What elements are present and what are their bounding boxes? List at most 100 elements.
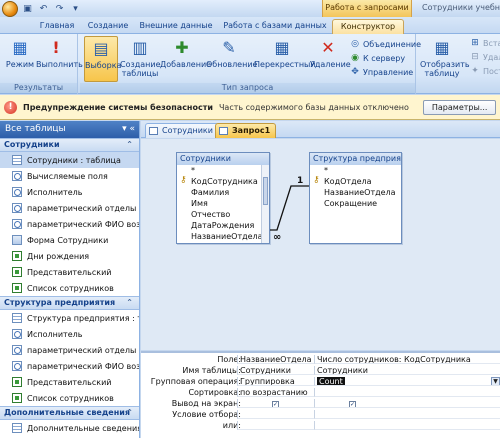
- nav-item[interactable]: Форма Сотрудники: [0, 232, 139, 248]
- chevron-up-icon[interactable]: ⌃: [126, 407, 133, 419]
- tab-create[interactable]: Создание: [84, 19, 132, 34]
- query-design-area[interactable]: Сотрудники * КодСотрудника Фамилия Имя О…: [141, 139, 500, 350]
- nav-item[interactable]: Дополнительные сведения :...: [0, 420, 139, 436]
- nav-group-label: Структура предприятия: [4, 298, 116, 307]
- pass-through-button[interactable]: ◉ К серверу: [350, 53, 405, 63]
- grid-cell[interactable]: Сотрудники: [237, 366, 314, 375]
- select-query-button[interactable]: ▤ Выборка: [84, 36, 121, 82]
- security-warning-message: Часть содержимого базы данных отключено: [218, 102, 409, 112]
- nav-group-header[interactable]: Дополнительные сведения ⌃: [0, 406, 139, 420]
- delete-rows-button[interactable]: ⊟ Удал: [470, 52, 500, 62]
- nav-item[interactable]: Исполнитель: [0, 184, 139, 200]
- tab-design[interactable]: Конструктор: [332, 19, 404, 34]
- nav-item[interactable]: параметрический отделы: [0, 200, 139, 216]
- grid-cell[interactable]: ✓: [237, 399, 314, 408]
- nav-group-header[interactable]: Сотрудники ⌃: [0, 138, 139, 152]
- doc-tab-query1[interactable]: Запрос1: [215, 123, 277, 138]
- office-button[interactable]: [2, 0, 18, 17]
- tab-home[interactable]: Главная: [32, 19, 82, 34]
- append-icon: ✚: [175, 37, 189, 57]
- report-icon: [12, 377, 22, 387]
- view-button[interactable]: ▦ Режим: [3, 36, 37, 69]
- nav-group-label: Сотрудники: [4, 140, 60, 149]
- builder-button[interactable]: ✦ Пост: [470, 66, 500, 76]
- chevron-up-icon[interactable]: ⌃: [126, 139, 133, 151]
- grid-cell[interactable]: [237, 421, 314, 430]
- grid-cell[interactable]: по возрастанию: [237, 388, 314, 397]
- grid-cell[interactable]: Сотрудники: [314, 366, 500, 375]
- union-query-button[interactable]: ◎ Объединение: [350, 39, 421, 49]
- grid-cell[interactable]: Группировка: [237, 377, 314, 386]
- redo-icon[interactable]: ↷: [53, 3, 66, 15]
- grid-cell[interactable]: [314, 421, 500, 430]
- grid-cell[interactable]: ✓: [314, 399, 500, 408]
- grid-cell[interactable]: [314, 388, 500, 397]
- append-query-button[interactable]: ✚ Добавление: [160, 36, 211, 69]
- tab-database-tools[interactable]: Работа с базами данных: [220, 19, 330, 34]
- nav-item[interactable]: Представительский: [0, 264, 139, 280]
- window-title: Сотрудники учебная : б: [422, 3, 500, 12]
- builder-icon: ✦: [471, 66, 479, 76]
- form-icon: [12, 235, 22, 245]
- nav-item[interactable]: Исполнитель: [0, 326, 139, 342]
- show-checkbox[interactable]: ✓: [349, 401, 356, 407]
- nav-item[interactable]: Представительский: [0, 374, 139, 390]
- security-warning-title: Предупреждение системы безопасности: [23, 102, 213, 112]
- grid-cell-value: НазваниеОтдела: [240, 355, 312, 364]
- nav-item[interactable]: Вычисляемые поля: [0, 168, 139, 184]
- grid-cell[interactable]: [314, 410, 500, 419]
- grid-cell[interactable]: [237, 410, 314, 419]
- undo-icon[interactable]: ↶: [37, 3, 50, 15]
- nav-item[interactable]: параметрический ФИО возр...: [0, 358, 139, 374]
- grid-cell[interactable]: Число сотрудников: КодСотрудника: [314, 355, 500, 364]
- crosstab-query-button[interactable]: ▦ Перекрестный: [254, 36, 316, 69]
- nav-item[interactable]: Список сотрудников: [0, 280, 139, 296]
- quick-access-toolbar: ▣ ↶ ↷ ▾: [2, 0, 82, 17]
- dropdown-arrow-icon[interactable]: ▼: [491, 377, 500, 385]
- security-warning-icon: !: [4, 100, 17, 114]
- make-table-button[interactable]: ▥ Создание таблицы: [120, 36, 161, 78]
- show-table-button[interactable]: ▦ Отобразить таблицу: [420, 36, 470, 78]
- relationship-line[interactable]: [270, 185, 309, 231]
- grid-cell[interactable]: НазваниеОтдела: [237, 355, 314, 364]
- run-button[interactable]: ! Выполнить: [36, 36, 83, 69]
- nav-group-label: Дополнительные сведения: [4, 408, 130, 417]
- security-options-button[interactable]: Параметры...: [422, 99, 497, 115]
- relationship-svg: 1 ∞: [270, 176, 309, 243]
- relationship-one-label: 1: [297, 176, 303, 186]
- data-definition-button[interactable]: ✥ Управление: [350, 67, 413, 77]
- save-icon[interactable]: ▣: [21, 3, 34, 15]
- nav-item[interactable]: Список сотрудников: [0, 390, 139, 406]
- chevron-up-icon[interactable]: ⌃: [126, 297, 133, 309]
- customize-qat-icon[interactable]: ▾: [69, 3, 82, 15]
- doc-tab-employees[interactable]: Сотрудники: [145, 123, 219, 138]
- run-icon: !: [52, 37, 60, 57]
- nav-item-label: Список сотрудников: [27, 283, 114, 293]
- show-checkbox[interactable]: ✓: [272, 401, 279, 407]
- tab-external-data[interactable]: Внешние данные: [134, 19, 218, 34]
- nav-item[interactable]: параметрический ФИО возр...: [0, 216, 139, 232]
- insert-rows-icon: ⊞: [471, 38, 479, 48]
- query-icon: [219, 127, 228, 135]
- delete-query-button[interactable]: ✕ Удаление: [310, 36, 351, 69]
- nav-pane-dropdown-icon[interactable]: ▾ «: [122, 121, 135, 138]
- nav-item-label: Дополнительные сведения :...: [27, 423, 140, 433]
- nav-item-label: параметрический отделы: [27, 345, 137, 355]
- data-definition-icon: ✥: [351, 67, 359, 77]
- nav-item[interactable]: Структура предприятия : та...: [0, 310, 139, 326]
- nav-pane-header[interactable]: Все таблицы ▾ «: [0, 121, 139, 138]
- grid-row-label: Групповая операция:: [150, 377, 241, 386]
- report-icon: [12, 283, 22, 293]
- nav-item[interactable]: параметрический отделы: [0, 342, 139, 358]
- nav-item[interactable]: Сотрудники : таблица: [0, 152, 139, 168]
- view-icon: ▦: [12, 37, 28, 57]
- nav-item-label: Исполнитель: [27, 329, 83, 339]
- table-icon: [12, 423, 22, 433]
- insert-rows-button[interactable]: ⊞ Вста: [470, 38, 500, 48]
- nav-item[interactable]: Дни рождения: [0, 248, 139, 264]
- grid-row-label: Вывод на экран:: [171, 399, 241, 408]
- ribbon: ▦ Режим ! Выполнить Результаты ▤ Выборка…: [0, 34, 500, 94]
- grid-cell[interactable]: Count ▼: [314, 377, 500, 386]
- nav-group-header[interactable]: Структура предприятия ⌃: [0, 296, 139, 310]
- update-query-button[interactable]: ✎ Обновление: [206, 36, 257, 69]
